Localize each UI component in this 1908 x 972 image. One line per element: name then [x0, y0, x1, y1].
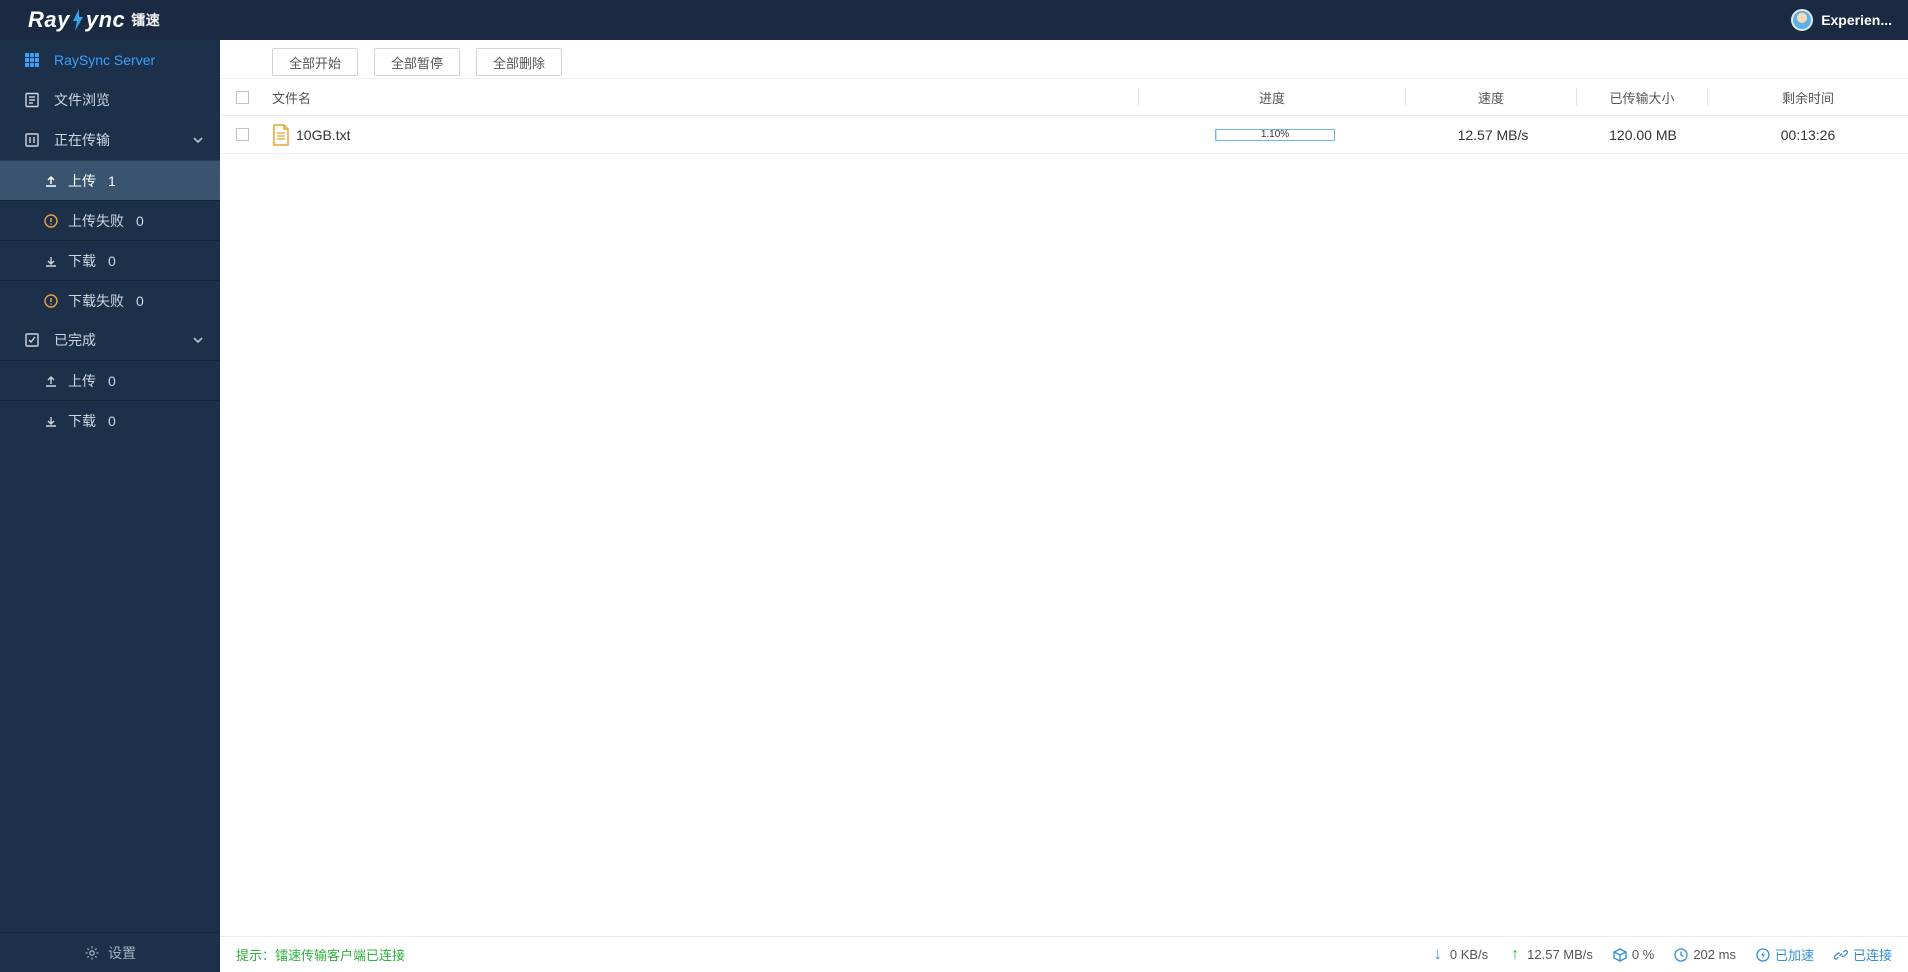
sidebar-item-completed[interactable]: 已完成 — [0, 320, 220, 360]
sidebar-label-completed: 已完成 — [54, 330, 96, 350]
download-icon — [44, 254, 58, 268]
logo: Ray ync 镭速 — [28, 7, 160, 33]
sidebar-item-server[interactable]: RaySync Server — [0, 40, 220, 80]
sidebar-label-completed-upload: 上传 — [68, 371, 96, 391]
upload-icon — [44, 174, 58, 188]
pause-all-button[interactable]: 全部暂停 — [374, 48, 460, 76]
stat-up-speed: ↑ 12.57 MB/s — [1508, 947, 1593, 962]
packet-loss: 0 % — [1632, 947, 1654, 962]
sidebar: RaySync Server 文件浏览 正在传输 — [0, 40, 220, 972]
link-icon — [1834, 948, 1848, 962]
check-square-icon — [24, 332, 40, 348]
col-speed: 速度 — [1406, 88, 1576, 107]
file-icon — [272, 124, 290, 146]
sidebar-label-download-fail: 下载失败 — [68, 291, 124, 311]
transfer-icon — [24, 132, 40, 148]
file-cell: 10GB.txt — [272, 124, 1142, 146]
sidebar-label-settings: 设置 — [108, 943, 136, 963]
row-remain: 00:13:26 — [1708, 127, 1908, 143]
sidebar-label-completed-download: 下载 — [68, 411, 96, 431]
sidebar-sub-completed-download[interactable]: 下载 0 — [0, 400, 220, 440]
table-row[interactable]: 10GB.txt 1.10% 12.57 MB/s 120.00 MB 00:1… — [220, 116, 1908, 154]
row-checkbox[interactable] — [236, 128, 249, 141]
hint-label: 提示： — [236, 948, 275, 963]
progress-bar: 1.10% — [1215, 129, 1335, 141]
sidebar-sub-upload[interactable]: 上传 1 — [0, 160, 220, 200]
latency: 202 ms — [1693, 947, 1736, 962]
upload-count: 1 — [108, 173, 116, 189]
avatar — [1791, 9, 1813, 31]
sidebar-sub-download-fail[interactable]: 下载失败 0 — [0, 280, 220, 320]
warning-icon — [44, 214, 58, 228]
arrow-up-icon: ↑ — [1508, 948, 1522, 962]
stat-packet-loss: 0 % — [1613, 947, 1654, 962]
user-name: Experien... — [1821, 12, 1892, 28]
download-icon — [44, 414, 58, 428]
file-name: 10GB.txt — [296, 127, 350, 143]
col-progress: 进度 — [1139, 88, 1405, 107]
stat-down-speed: ↓ 0 KB/s — [1431, 947, 1488, 962]
sidebar-nav: RaySync Server 文件浏览 正在传输 — [0, 40, 220, 932]
sidebar-settings[interactable]: 设置 — [0, 932, 220, 972]
download-fail-count: 0 — [136, 293, 144, 309]
hint-text: 镭速传输客户端已连接 — [275, 948, 405, 963]
toolbar: 全部开始 全部暂停 全部删除 — [220, 40, 1908, 78]
warning-icon — [44, 294, 58, 308]
accelerated: 已加速 — [1775, 945, 1814, 964]
grid-icon — [24, 52, 40, 68]
bolt-icon — [71, 9, 85, 31]
row-transferred: 120.00 MB — [1578, 127, 1708, 143]
sidebar-label-download: 下载 — [68, 251, 96, 271]
completed-upload-count: 0 — [108, 373, 116, 389]
chevron-down-icon — [192, 334, 204, 346]
logo-cn: 镭速 — [131, 10, 160, 30]
sidebar-item-browse[interactable]: 文件浏览 — [0, 80, 220, 120]
up-speed: 12.57 MB/s — [1527, 947, 1593, 962]
download-count: 0 — [108, 253, 116, 269]
stat-connected: 已连接 — [1834, 945, 1892, 964]
header: Ray ync 镭速 Experien... — [0, 0, 1908, 40]
sidebar-item-transferring[interactable]: 正在传输 — [0, 120, 220, 160]
sidebar-label-upload-fail: 上传失败 — [68, 211, 124, 231]
connected: 已连接 — [1853, 945, 1892, 964]
delete-all-button[interactable]: 全部删除 — [476, 48, 562, 76]
arrow-down-icon: ↓ — [1431, 948, 1445, 962]
stat-accelerated: 已加速 — [1756, 945, 1814, 964]
col-remain: 剩余时间 — [1708, 88, 1908, 107]
sidebar-label-browse: 文件浏览 — [54, 90, 110, 110]
start-all-button[interactable]: 全部开始 — [272, 48, 358, 76]
col-name: 文件名 — [264, 88, 1138, 107]
down-speed: 0 KB/s — [1450, 947, 1488, 962]
logo-text-ync: ync — [86, 7, 125, 33]
completed-download-count: 0 — [108, 413, 116, 429]
sidebar-label-upload: 上传 — [68, 171, 96, 191]
select-all-checkbox[interactable] — [236, 91, 249, 104]
upload-icon — [44, 374, 58, 388]
table-header: 文件名 进度 速度 已传输大小 剩余时间 — [220, 78, 1908, 116]
main: 全部开始 全部暂停 全部删除 文件名 进度 速度 已传输大小 剩余时间 — [220, 40, 1908, 972]
sidebar-label-server: RaySync Server — [54, 52, 155, 68]
clock-icon — [1674, 948, 1688, 962]
sidebar-sub-download[interactable]: 下载 0 — [0, 240, 220, 280]
progress-text: 1.10% — [1216, 130, 1334, 140]
cube-icon — [1613, 948, 1627, 962]
gear-icon — [84, 945, 100, 961]
upload-fail-count: 0 — [136, 213, 144, 229]
sidebar-sub-completed-upload[interactable]: 上传 0 — [0, 360, 220, 400]
stat-latency: 202 ms — [1674, 947, 1736, 962]
status-hint: 提示：镭速传输客户端已连接 — [236, 945, 405, 964]
bolt-circle-icon — [1756, 948, 1770, 962]
status-bar: 提示：镭速传输客户端已连接 ↓ 0 KB/s ↑ 12.57 MB/s 0 % — [220, 936, 1908, 972]
row-speed: 12.57 MB/s — [1408, 127, 1578, 143]
user-menu[interactable]: Experien... — [1791, 9, 1892, 31]
col-transferred: 已传输大小 — [1577, 88, 1707, 107]
sidebar-sub-upload-fail[interactable]: 上传失败 0 — [0, 200, 220, 240]
file-browse-icon — [24, 92, 40, 108]
logo-text-ray: Ray — [28, 7, 70, 33]
chevron-down-icon — [192, 134, 204, 146]
sidebar-label-transferring: 正在传输 — [54, 130, 110, 150]
